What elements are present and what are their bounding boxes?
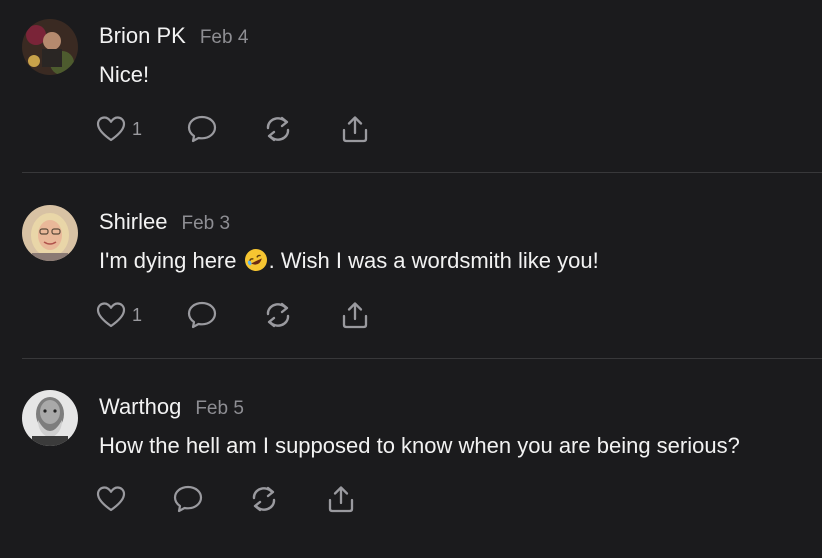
author-label[interactable]: Shirlee [99,209,167,234]
author-label[interactable]: Brion PK [99,23,186,48]
heart-icon [96,485,126,513]
share-icon [340,300,370,330]
comment-text-end: . Wish I was a wordsmith like you! [268,248,599,273]
comment-text: Nice! [99,62,150,87]
like-count: 1 [132,118,143,139]
comment-bubble-icon [186,300,218,330]
share-button[interactable] [340,114,370,144]
comment: Warthog Feb 5 How the hell am I supposed … [0,372,822,558]
restack-button[interactable] [262,114,294,144]
comment-text: I'm dying here . Wish I was a wordsmith … [99,248,599,274]
share-icon [326,484,356,514]
restack-icon [248,484,280,514]
divider [22,358,822,359]
like-button[interactable]: 1 [96,300,142,330]
share-icon [340,114,370,144]
heart-icon [96,301,126,329]
laughing-emoji-icon [244,249,267,271]
restack-button[interactable] [248,484,280,514]
restack-button[interactable] [262,300,294,330]
divider [22,172,822,173]
share-button[interactable] [326,484,356,514]
comment-bubble-icon [186,114,218,144]
comment-text: How the hell am I supposed to know when … [99,433,740,458]
avatar[interactable] [22,390,78,446]
share-button[interactable] [340,300,370,330]
author-name[interactable]: Warthog Feb 5 [99,394,244,420]
avatar[interactable] [22,19,78,75]
reply-button[interactable] [172,484,204,514]
heart-icon [96,115,126,143]
restack-icon [262,114,294,144]
like-count: 1 [132,304,143,325]
restack-icon [262,300,294,330]
author-name[interactable]: Brion PK Feb 4 [99,23,248,49]
reply-button[interactable] [186,300,218,330]
comment-bubble-icon [172,484,204,514]
reply-button[interactable] [186,114,218,144]
avatar[interactable] [22,205,78,261]
comment-text-start: I'm dying here [99,248,237,273]
comment-date: Feb 4 [199,27,249,48]
comment: Shirlee Feb 3 I'm dying here . Wish I was… [0,186,822,372]
like-button[interactable] [96,484,132,514]
comment: Brion PK Feb 4 Nice! 1 [0,0,822,186]
author-label[interactable]: Warthog [99,394,181,419]
comment-date: Feb 3 [181,213,231,234]
like-button[interactable]: 1 [96,114,142,144]
author-name[interactable]: Shirlee Feb 3 [99,209,230,235]
comment-date: Feb 5 [195,398,244,419]
